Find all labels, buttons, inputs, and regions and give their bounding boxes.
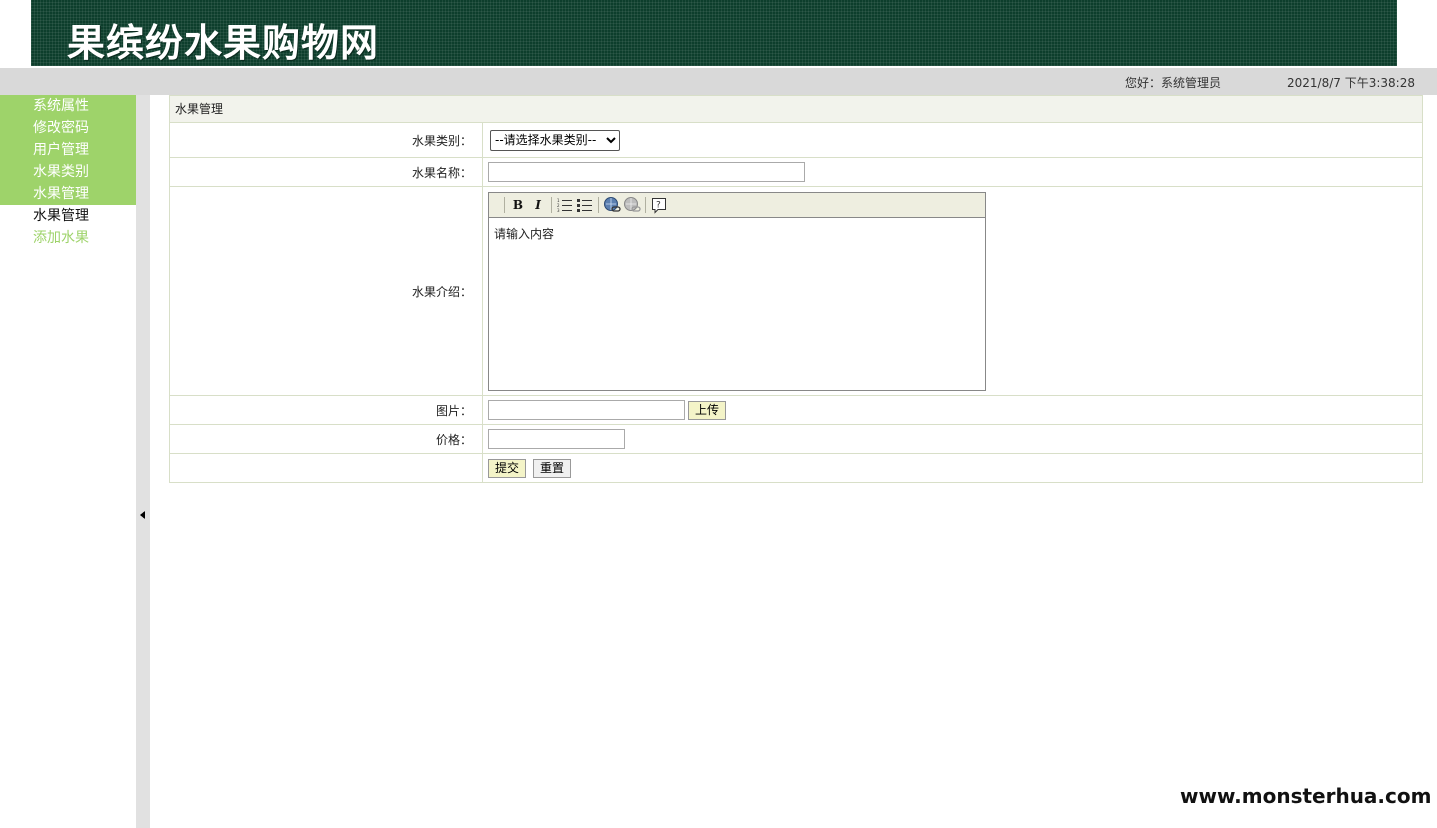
sidebar-item-change-password[interactable]: 修改密码 (0, 117, 136, 139)
image-label: 图片： (170, 396, 483, 424)
status-bar: 您好：系统管理员 2021/8/7 下午3:38:28 (0, 68, 1437, 95)
sidebar-item-fruit-category[interactable]: 水果类别 (0, 161, 136, 183)
sidebar-subitem-fruit-management[interactable]: 水果管理 (0, 205, 136, 227)
unordered-list-icon[interactable] (575, 195, 595, 215)
price-row: 价格： (170, 425, 1422, 454)
toolbar-separator (551, 197, 552, 213)
insert-link-icon[interactable] (602, 195, 622, 215)
category-select[interactable]: --请选择水果类别-- (490, 129, 620, 151)
editor-content-area[interactable]: 请输入内容 (489, 218, 985, 390)
sidebar-splitter[interactable] (136, 95, 150, 828)
toolbar-separator (598, 197, 599, 213)
form-title: 水果管理 (170, 96, 1422, 123)
sidebar-subitem-add-fruit[interactable]: 添加水果 (0, 227, 136, 249)
help-icon[interactable]: ? (649, 195, 669, 215)
collapse-arrow-icon[interactable] (140, 511, 145, 519)
sidebar-item-user-management[interactable]: 用户管理 (0, 139, 136, 161)
current-datetime: 2021/8/7 下午3:38:28 (1287, 76, 1415, 90)
site-title: 果缤纷水果购物网 (67, 21, 380, 65)
image-path-input[interactable] (488, 400, 685, 420)
editor-toolbar: B I 1 2 3 ? (489, 193, 985, 218)
name-row: 水果名称： (170, 158, 1422, 187)
sidebar: 系统属性 修改密码 用户管理 水果类别 水果管理 水果管理 添加水果 (0, 95, 136, 249)
price-input[interactable] (488, 429, 625, 449)
bold-icon[interactable]: B (508, 195, 528, 215)
svg-text:3: 3 (557, 208, 560, 212)
intro-row: 水果介绍： B I 1 2 3 ? 请输入内容 (170, 187, 1422, 396)
price-label: 价格： (170, 425, 483, 453)
header-banner: 果缤纷水果购物网 (31, 0, 1397, 66)
intro-label: 水果介绍： (170, 187, 483, 395)
sidebar-item-fruit-management[interactable]: 水果管理 (0, 183, 136, 205)
toolbar-separator (504, 197, 505, 213)
toolbar-separator (645, 197, 646, 213)
remove-link-icon[interactable] (622, 195, 642, 215)
rich-text-editor: B I 1 2 3 ? 请输入内容 (488, 192, 986, 391)
actions-row: 提交 重置 (170, 454, 1422, 483)
category-row: 水果类别： --请选择水果类别-- (170, 123, 1422, 158)
reset-button[interactable]: 重置 (533, 458, 572, 478)
sidebar-item-system-properties[interactable]: 系统属性 (0, 95, 136, 117)
svg-text:?: ? (656, 200, 661, 210)
category-label: 水果类别： (170, 123, 483, 157)
watermark: www.monsterhua.com (1180, 784, 1432, 808)
image-row: 图片： 上传 (170, 396, 1422, 425)
fruit-form: 水果管理 水果类别： --请选择水果类别-- 水果名称： 水果介绍： B I 1… (169, 95, 1423, 483)
italic-icon[interactable]: I (528, 195, 548, 215)
fruit-name-input[interactable] (488, 162, 805, 182)
submit-button[interactable]: 提交 (488, 458, 527, 478)
upload-button[interactable]: 上传 (688, 400, 727, 420)
user-greeting: 您好：系统管理员 (1125, 76, 1222, 90)
actions-label-cell (170, 454, 483, 482)
name-label: 水果名称： (170, 158, 483, 186)
ordered-list-icon[interactable]: 1 2 3 (555, 195, 575, 215)
